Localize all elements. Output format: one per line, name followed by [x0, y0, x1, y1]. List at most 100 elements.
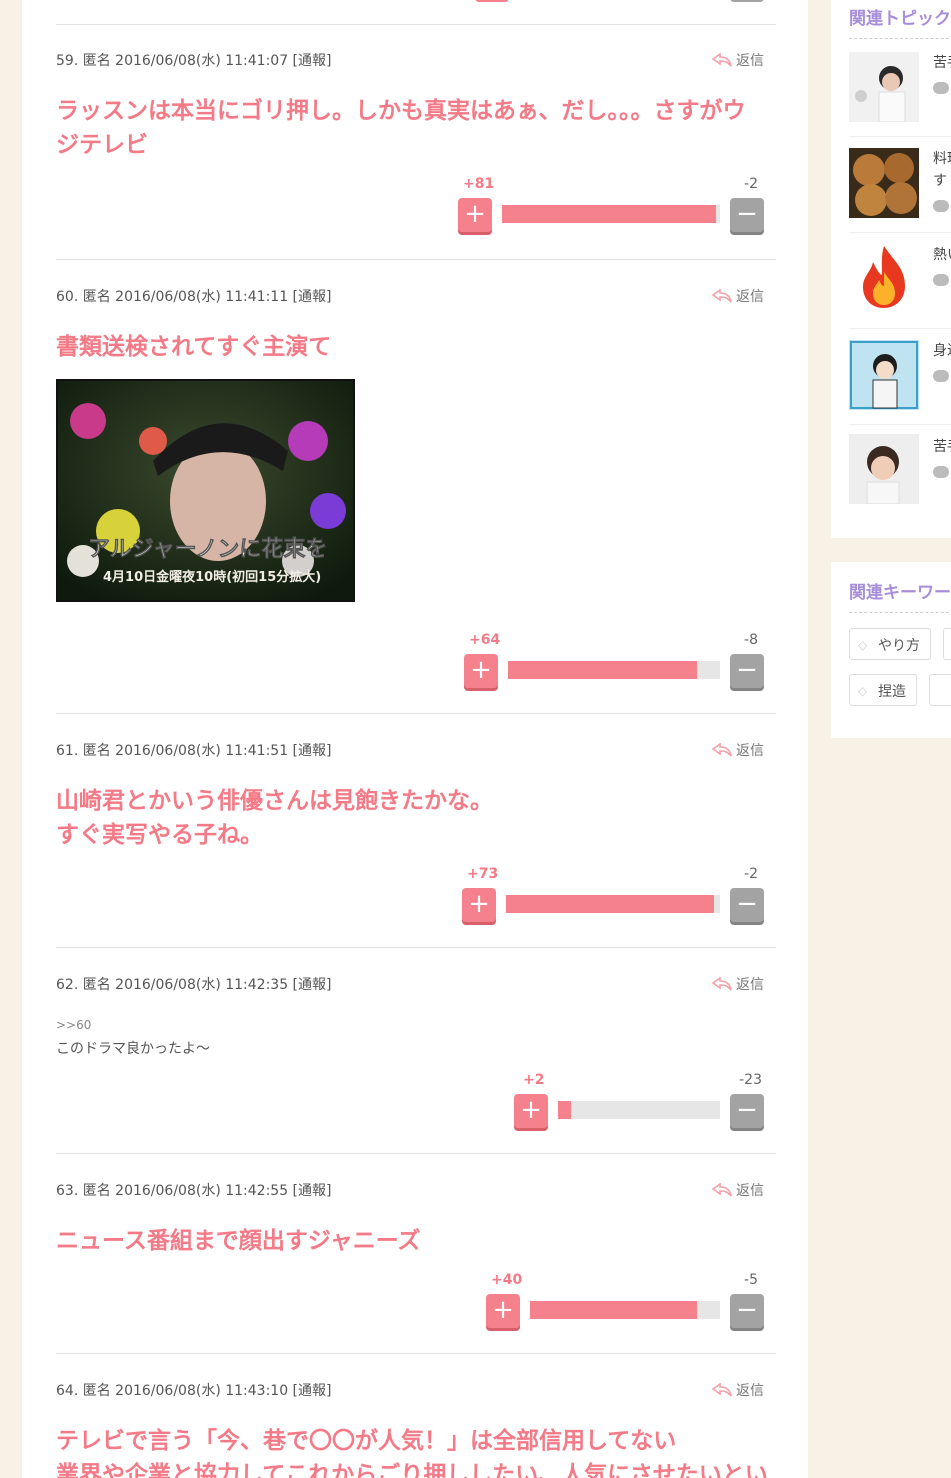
keyword-tag[interactable]: ◇ やり方	[849, 628, 931, 660]
keyword-tag[interactable]: ◇ 捏造	[849, 674, 917, 706]
topic-thumbnail[interactable]	[849, 52, 919, 122]
reply-button[interactable]: 返信	[712, 740, 764, 760]
topic-title[interactable]: 身近	[933, 340, 951, 360]
reply-button[interactable]: 返信	[712, 1180, 764, 1200]
topic-thumbnail[interactable]	[849, 434, 919, 504]
vote-bar-fill	[530, 1301, 698, 1319]
comment-64: 64. 匿名 2016/06/08(水) 11:43:10 [通報] 返信 テレ…	[56, 1380, 776, 1478]
topic-thumbnail[interactable]	[849, 242, 919, 312]
related-topics-title: 関連トピック	[849, 9, 951, 29]
divider	[849, 136, 951, 137]
divider	[849, 38, 951, 39]
vote-bar-fill	[506, 895, 714, 913]
related-topics-panel: 関連トピック 苦手 料理 す 熱い 身近 苦手	[831, 0, 951, 538]
comment-text: このドラマ良かったよ〜	[56, 1041, 210, 1057]
vote-panel: +40 -5 + −	[486, 1272, 768, 1332]
divider	[849, 328, 951, 329]
plus-button[interactable]: +	[486, 1294, 520, 1328]
comment-text-line: すぐ実写やる子ね。	[56, 822, 263, 848]
minus-button[interactable]: −	[730, 1094, 764, 1128]
comment-meta: 61. 匿名 2016/06/08(水) 11:41:51 [通報]	[56, 743, 332, 759]
prev-plus-button-edge[interactable]	[475, 0, 509, 2]
plus-count: +73	[467, 866, 499, 882]
vote-bar-fill	[508, 661, 697, 679]
plus-count: +64	[469, 632, 501, 648]
reply-label: 返信	[736, 743, 764, 759]
poster-title: アルジャーノンに花束を	[88, 536, 327, 562]
vote-panel: +73 -2 + −	[462, 866, 768, 926]
minus-button[interactable]: −	[730, 198, 764, 232]
minus-count: -8	[744, 632, 758, 648]
vote-panel: +81 -2 + −	[458, 176, 768, 236]
topic-thumbnail[interactable]	[849, 340, 919, 410]
topic-thumbnail[interactable]	[849, 148, 919, 218]
reply-button[interactable]: 返信	[712, 1380, 764, 1400]
minus-count: -23	[739, 1072, 762, 1088]
divider	[849, 612, 951, 613]
anchor-link[interactable]: >>60	[56, 1018, 91, 1032]
reply-icon	[712, 289, 732, 303]
vote-bar	[502, 205, 720, 223]
comment-60: 60. 匿名 2016/06/08(水) 11:41:11 [通報] 返信 書類…	[56, 286, 776, 714]
comment-bubble-icon	[933, 274, 949, 286]
plus-count: +40	[491, 1272, 523, 1288]
comment-text-line: ジテレビ	[56, 132, 148, 158]
reply-button[interactable]: 返信	[712, 974, 764, 994]
topic-title[interactable]: 熱い	[933, 244, 951, 264]
plus-count: +81	[463, 176, 495, 192]
reply-label: 返信	[736, 289, 764, 305]
tag-icon: ◇	[858, 684, 868, 698]
vote-bar-fill	[558, 1101, 571, 1119]
minus-count: -2	[744, 866, 758, 882]
vote-bar	[558, 1101, 720, 1119]
comment-text-line: テレビで言う「今、巷で〇〇が人気！」は全部信用してない	[56, 1428, 677, 1454]
reply-icon	[712, 1183, 732, 1197]
divider	[56, 24, 776, 25]
comment-image[interactable]: アルジャーノンに花束を 4月10日金曜夜10時(初回15分拡大)	[56, 379, 355, 602]
plus-button[interactable]: +	[514, 1094, 548, 1128]
plus-button[interactable]: +	[462, 888, 496, 922]
prev-minus-button-edge[interactable]	[730, 0, 764, 2]
fire-icon	[849, 242, 919, 312]
keyword-tag-partial[interactable]	[929, 674, 951, 706]
related-keywords-panel: 関連キーワード ◇ やり方 ◇ 捏造	[831, 562, 951, 738]
vote-bar-fill	[502, 205, 716, 223]
reply-icon	[712, 977, 732, 991]
comment-62: 62. 匿名 2016/06/08(水) 11:42:35 [通報] 返信 >>…	[56, 974, 776, 1154]
topic-title[interactable]: 苦手	[933, 52, 951, 72]
reply-icon	[712, 1383, 732, 1397]
divider	[849, 424, 951, 425]
related-keywords-title: 関連キーワード	[849, 583, 951, 603]
topic-image	[849, 148, 919, 218]
comment-bubble-icon	[933, 466, 949, 478]
topic-title[interactable]: 料理	[933, 148, 951, 168]
reply-icon	[712, 743, 732, 757]
reply-button[interactable]: 返信	[712, 50, 764, 70]
vote-bar	[506, 895, 720, 913]
minus-button[interactable]: −	[730, 1294, 764, 1328]
keyword-tag-label: 捏造	[878, 684, 906, 700]
comment-text-line: 業界や企業と協力してこれからごり押ししたい、人気にさせたいとい	[56, 1462, 768, 1478]
comment-meta: 62. 匿名 2016/06/08(水) 11:42:35 [通報]	[56, 977, 332, 993]
keyword-tag-partial[interactable]	[943, 628, 951, 660]
tag-icon: ◇	[858, 638, 868, 652]
minus-button[interactable]: −	[730, 654, 764, 688]
comment-61: 61. 匿名 2016/06/08(水) 11:41:51 [通報] 返信 山崎…	[56, 740, 776, 948]
comment-text-line: 山崎君とかいう俳優さんは見飽きたかな。	[56, 788, 493, 814]
comment-bubble-icon	[933, 82, 949, 94]
topic-image	[849, 434, 919, 504]
reply-button[interactable]: 返信	[712, 286, 764, 306]
vote-bar	[508, 661, 720, 679]
comment-63: 63. 匿名 2016/06/08(水) 11:42:55 [通報] 返信 ニュ…	[56, 1180, 776, 1354]
minus-button[interactable]: −	[730, 888, 764, 922]
topic-title[interactable]: 苦手	[933, 436, 951, 456]
plus-button[interactable]: +	[464, 654, 498, 688]
poster-date: 4月10日金曜夜10時(初回15分拡大)	[103, 569, 321, 585]
plus-button[interactable]: +	[458, 198, 492, 232]
drama-poster-image: アルジャーノンに花束を 4月10日金曜夜10時(初回15分拡大)	[58, 381, 353, 600]
comment-text-line: 書類送検されてすぐ主演て	[56, 334, 332, 360]
topic-image	[849, 52, 919, 122]
reply-label: 返信	[736, 1183, 764, 1199]
comment-meta: 59. 匿名 2016/06/08(水) 11:41:07 [通報]	[56, 53, 332, 69]
topic-title-line2[interactable]: す	[933, 170, 947, 190]
